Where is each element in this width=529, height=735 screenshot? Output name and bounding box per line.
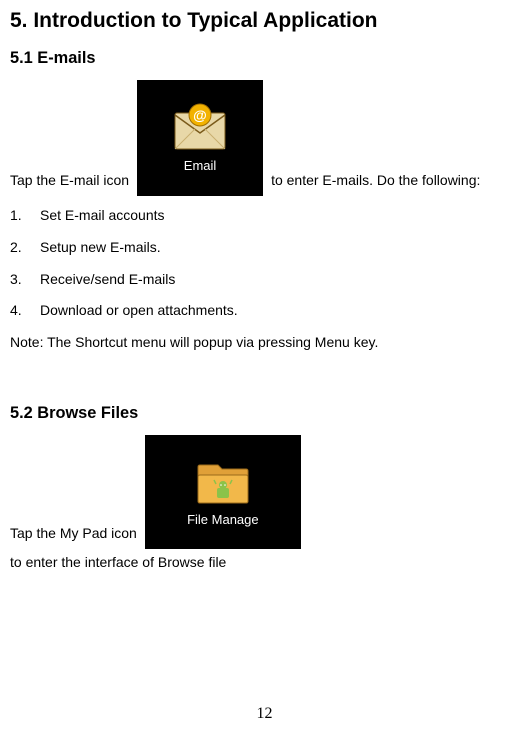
list-item: 4. Download or open attachments.	[10, 301, 519, 321]
section-5-1-heading: 5.1 E-mails	[10, 47, 519, 70]
email-suffix-text: to enter E-mails. Do the following:	[271, 171, 480, 197]
svg-text:@: @	[193, 107, 207, 123]
email-instruction-row: Tap the E-mail icon @ Email to enter E-m…	[10, 80, 519, 196]
step-number: 2.	[10, 238, 40, 258]
step-text: Download or open attachments.	[40, 301, 238, 321]
list-item: 3. Receive/send E-mails	[10, 270, 519, 290]
email-note: Note: The Shortcut menu will popup via p…	[10, 333, 519, 353]
step-text: Set E-mail accounts	[40, 206, 165, 226]
step-number: 4.	[10, 301, 40, 321]
step-number: 3.	[10, 270, 40, 290]
email-prefix-text: Tap the E-mail icon	[10, 171, 129, 197]
file-manager-app-icon: File Manage	[145, 435, 301, 549]
files-suffix-text: to enter the interface of Browse file	[10, 553, 226, 579]
email-icon: @	[173, 101, 227, 151]
files-prefix-text: Tap the My Pad icon	[10, 524, 137, 550]
email-app-icon: @ Email	[137, 80, 263, 196]
email-steps-list: 1. Set E-mail accounts 2. Setup new E-ma…	[10, 206, 519, 320]
step-number: 1.	[10, 206, 40, 226]
folder-icon	[194, 455, 252, 505]
section-5-2-heading: 5.2 Browse Files	[10, 402, 519, 425]
section-5-heading: 5. Introduction to Typical Application	[10, 6, 519, 35]
files-instruction-row: Tap the My Pad icon File Manage to enter…	[10, 435, 519, 579]
file-manager-icon-label: File Manage	[187, 511, 259, 529]
step-text: Receive/send E-mails	[40, 270, 175, 290]
step-text: Setup new E-mails.	[40, 238, 161, 258]
email-icon-label: Email	[184, 157, 217, 175]
list-item: 1. Set E-mail accounts	[10, 206, 519, 226]
page-number: 12	[0, 703, 529, 725]
list-item: 2. Setup new E-mails.	[10, 238, 519, 258]
